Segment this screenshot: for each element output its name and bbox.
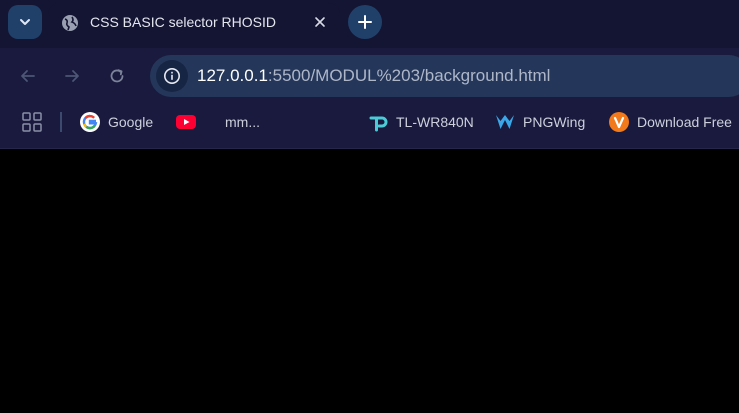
globe-icon xyxy=(62,15,78,31)
bookmark-label: TL-WR840N xyxy=(396,114,474,130)
tplink-icon xyxy=(369,116,388,132)
toolbar: 127.0.0.1:5500/MODUL%203/background.html xyxy=(0,48,739,104)
address-bar[interactable]: 127.0.0.1:5500/MODUL%203/background.html xyxy=(150,55,739,97)
bookmark-youtube[interactable] xyxy=(176,108,204,136)
vecteezy-icon xyxy=(609,112,629,132)
close-tab-button[interactable] xyxy=(310,12,330,32)
browser-chrome: CSS BASIC selector RHOSID 127.0.0.1:5500… xyxy=(0,0,739,149)
google-icon xyxy=(80,112,100,132)
bookmark-download-free[interactable]: Download Free xyxy=(609,108,732,136)
plus-icon xyxy=(358,15,372,29)
tab-search-button[interactable] xyxy=(8,5,42,39)
active-tab[interactable]: CSS BASIC selector RHOSID xyxy=(48,3,340,43)
tab-title: CSS BASIC selector RHOSID xyxy=(90,14,276,30)
forward-button[interactable] xyxy=(60,64,84,88)
apps-grid-icon[interactable] xyxy=(22,112,42,132)
bookmark-label: Google xyxy=(108,114,154,130)
info-icon xyxy=(164,68,180,84)
reload-icon xyxy=(110,69,124,83)
new-tab-button[interactable] xyxy=(348,5,382,39)
url-path: :5500/MODUL%203/background.html xyxy=(267,66,551,85)
bookmark-label: mm... xyxy=(225,114,260,130)
reload-button[interactable] xyxy=(105,64,129,88)
chevron-down-icon xyxy=(20,19,30,25)
bookmark-tplink[interactable]: TL-WR840N xyxy=(368,108,474,136)
close-icon xyxy=(315,17,325,27)
back-button[interactable] xyxy=(16,64,40,88)
bookmarks-divider xyxy=(60,112,62,132)
back-arrow-icon xyxy=(21,70,35,82)
bookmark-mm[interactable]: mm... xyxy=(225,108,260,136)
bookmark-label: Download Free xyxy=(637,114,732,130)
bookmark-pngwing[interactable]: PNGWing xyxy=(495,108,585,136)
site-info-button[interactable] xyxy=(156,60,188,92)
bookmark-google[interactable]: Google xyxy=(80,108,153,136)
youtube-icon xyxy=(176,115,196,129)
url-host: 127.0.0.1 xyxy=(197,66,268,85)
forward-arrow-icon xyxy=(65,70,79,82)
pngwing-icon xyxy=(496,115,514,129)
page-content xyxy=(0,149,739,413)
url-text[interactable]: 127.0.0.1:5500/MODUL%203/background.html xyxy=(197,66,550,86)
bookmark-label: PNGWing xyxy=(523,114,586,130)
